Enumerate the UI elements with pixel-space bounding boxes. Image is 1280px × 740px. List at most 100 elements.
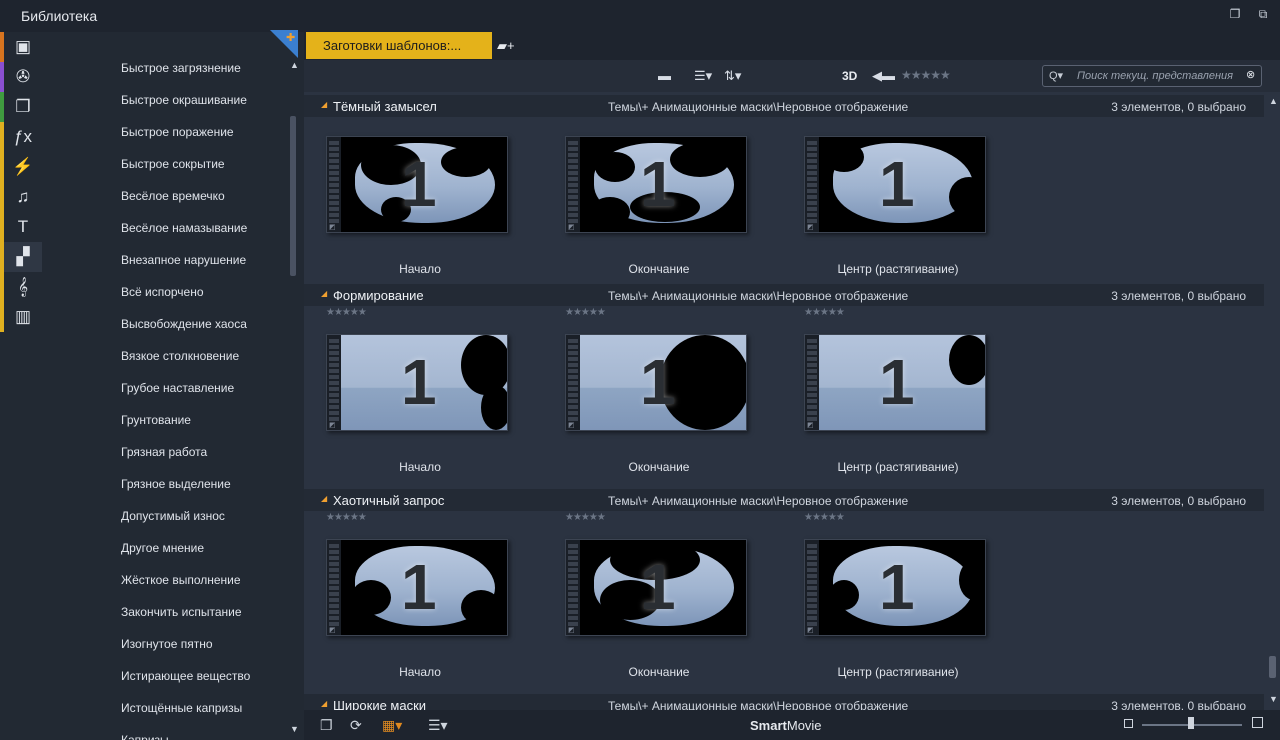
tree-item[interactable]: Грубое наставление bbox=[121, 381, 234, 395]
tree-item[interactable]: Капризы bbox=[121, 733, 169, 740]
film-strip bbox=[568, 141, 578, 223]
group-header[interactable]: ◢ Широкие маски Темы\+ Анимационные маски\… bbox=[304, 694, 1264, 710]
film-strip bbox=[807, 141, 817, 223]
tree-item[interactable]: Внезапное нарушение bbox=[121, 253, 246, 267]
smartmovie-button[interactable]: SmartMovie bbox=[750, 718, 822, 733]
tree-item[interactable]: Весёлое намазывание bbox=[121, 221, 247, 235]
thumbnail-frame: 1 bbox=[819, 335, 985, 430]
template-thumbnail[interactable]: 1 ◩ bbox=[565, 334, 747, 431]
collapse-triangle-icon[interactable]: ◢ bbox=[321, 289, 327, 298]
film-strip bbox=[329, 544, 339, 626]
scroll-up-icon[interactable]: ▲ bbox=[1269, 96, 1278, 106]
text-icon[interactable]: T bbox=[4, 212, 42, 242]
fx-icon[interactable]: ƒx bbox=[4, 122, 42, 152]
thumbnail-frame: 1 bbox=[580, 137, 746, 232]
film-strip bbox=[807, 339, 817, 421]
undock-icon[interactable]: ⧉ bbox=[1256, 7, 1270, 21]
item-rating-stars[interactable]: ★★★★★ bbox=[804, 512, 845, 523]
item-rating-stars[interactable]: ★★★★★ bbox=[326, 512, 367, 523]
template-thumbnail[interactable]: 1 ◩ bbox=[565, 539, 747, 636]
tree-item[interactable]: Изогнутое пятно bbox=[121, 637, 213, 651]
sort-icon[interactable]: ⇅▾ bbox=[724, 68, 741, 84]
tree-item[interactable]: Всё испорчено bbox=[121, 285, 204, 299]
group-header[interactable]: ◢ Тёмный замысел Темы\+ Анимационные маски… bbox=[304, 95, 1264, 117]
rating-filter-stars[interactable]: ★★★★★ bbox=[901, 68, 951, 82]
3d-filter-button[interactable]: 3D bbox=[842, 69, 857, 83]
details-view-icon[interactable]: ☰▾ bbox=[428, 717, 448, 734]
tree-item[interactable]: Весёлое времечко bbox=[121, 189, 225, 203]
tree-item[interactable]: Вязкое столкновение bbox=[121, 349, 239, 363]
copy-icon[interactable]: ❐ bbox=[320, 717, 333, 734]
tab-templates[interactable]: Заготовки шаблонов:... bbox=[306, 32, 492, 59]
search-input[interactable] bbox=[1075, 67, 1249, 85]
media-icon[interactable]: ▣ bbox=[4, 32, 42, 62]
tree-item[interactable]: Допустимый износ bbox=[121, 509, 225, 523]
tree-item[interactable]: Быстрое поражение bbox=[121, 125, 234, 139]
folder-icon[interactable]: ▬ bbox=[658, 68, 671, 83]
thumbnail-number: 1 bbox=[640, 148, 676, 220]
scrollbar-thumb[interactable] bbox=[1269, 656, 1276, 678]
tree-scroll-down-icon[interactable]: ▼ bbox=[290, 724, 299, 734]
item-rating-stars[interactable]: ★★★★★ bbox=[565, 512, 606, 523]
tree-item[interactable]: Грязная работа bbox=[121, 445, 207, 459]
ink-blot bbox=[351, 580, 391, 615]
tree-scrollbar-thumb[interactable] bbox=[290, 116, 296, 276]
content-scrollbar[interactable]: ▲ ▼ bbox=[1266, 92, 1280, 710]
zoom-out-icon[interactable] bbox=[1124, 719, 1133, 728]
treble-clef-icon[interactable]: 𝄞 bbox=[4, 272, 42, 302]
tree-item[interactable]: Быстрое загрязнение bbox=[121, 61, 241, 75]
collapse-triangle-icon[interactable]: ◢ bbox=[321, 494, 327, 503]
lightning-icon[interactable]: ⚡ bbox=[4, 152, 42, 182]
item-rating-stars[interactable]: ★★★★★ bbox=[326, 307, 367, 318]
list-view-icon[interactable]: ☰▾ bbox=[694, 68, 712, 84]
window-title: Библиотека bbox=[21, 8, 98, 24]
ink-blot bbox=[590, 197, 630, 227]
zoom-slider-knob[interactable] bbox=[1188, 717, 1194, 729]
scroll-down-icon[interactable]: ▼ bbox=[1269, 694, 1278, 704]
tree-scroll-up-icon[interactable]: ▲ bbox=[290, 60, 299, 70]
tree-item[interactable]: Истощённые капризы bbox=[121, 701, 242, 715]
tree-item[interactable]: Истирающее вещество bbox=[121, 669, 250, 683]
template-thumbnail[interactable]: 1 ◩ bbox=[326, 539, 508, 636]
template-thumbnail[interactable]: 1 ◩ bbox=[326, 136, 508, 233]
sync-icon[interactable]: ⟳ bbox=[350, 717, 362, 734]
template-thumbnail[interactable]: 1 ◩ bbox=[804, 334, 986, 431]
group-header[interactable]: ◢ Хаотичный запрос Темы\+ Анимационные мас… bbox=[304, 489, 1264, 511]
film-reel-icon[interactable]: ✇ bbox=[4, 62, 42, 92]
search-icon[interactable]: Q▾ bbox=[1049, 69, 1063, 82]
piano-icon[interactable]: ▥ bbox=[4, 302, 42, 332]
clear-search-icon[interactable]: ⊗ bbox=[1246, 68, 1255, 81]
thumbnail-grid: ◢ Тёмный замысел Темы\+ Анимационные маски… bbox=[304, 92, 1264, 710]
collapse-triangle-icon[interactable]: ◢ bbox=[321, 100, 327, 109]
mask-icon[interactable]: ▞ bbox=[4, 242, 42, 272]
template-thumbnail[interactable]: 1 ◩ bbox=[326, 334, 508, 431]
tree-item[interactable]: Другое мнение bbox=[121, 541, 204, 555]
search-box: Q▾ ⊗ bbox=[1042, 65, 1262, 87]
add-tab-icon[interactable]: ▰+ bbox=[497, 38, 515, 54]
group-header[interactable]: ◢ Формирование Темы\+ Анимационные маски\Н… bbox=[304, 284, 1264, 306]
ink-blot bbox=[949, 335, 985, 385]
music-note-icon[interactable]: ♫ bbox=[4, 182, 42, 212]
thumbnail-frame: 1 bbox=[819, 137, 985, 232]
item-rating-stars[interactable]: ★★★★★ bbox=[804, 307, 845, 318]
tree-item[interactable]: Жёсткое выполнение bbox=[121, 573, 241, 587]
tree-item[interactable]: Закончить испытание bbox=[121, 605, 242, 619]
tree-item[interactable]: Высвобождение хаоса bbox=[121, 317, 247, 331]
stack-icon[interactable]: ❐ bbox=[4, 92, 42, 122]
tree-item[interactable]: Быстрое сокрытие bbox=[121, 157, 225, 171]
tree-item[interactable]: Грязное выделение bbox=[121, 477, 231, 491]
zoom-in-icon[interactable] bbox=[1252, 717, 1263, 728]
item-rating-stars[interactable]: ★★★★★ bbox=[565, 307, 606, 318]
tag-icon[interactable]: ◀▬ bbox=[872, 68, 895, 84]
group-count: 3 элементов, 0 выбрано bbox=[1111, 494, 1246, 508]
tree-item[interactable]: Грунтование bbox=[121, 413, 191, 427]
pin-icon[interactable]: ✚ bbox=[286, 31, 295, 44]
tree-item[interactable]: Быстрое окрашивание bbox=[121, 93, 247, 107]
collapse-triangle-icon[interactable]: ◢ bbox=[321, 699, 327, 708]
template-thumbnail[interactable]: 1 ◩ bbox=[565, 136, 747, 233]
restore-icon[interactable]: ❐ bbox=[1228, 7, 1242, 21]
template-thumbnail[interactable]: 1 ◩ bbox=[804, 136, 986, 233]
template-thumbnail[interactable]: 1 ◩ bbox=[804, 539, 986, 636]
grid-view-icon[interactable]: ▦▾ bbox=[382, 717, 402, 734]
group-count: 3 элементов, 0 выбрано bbox=[1111, 100, 1246, 114]
